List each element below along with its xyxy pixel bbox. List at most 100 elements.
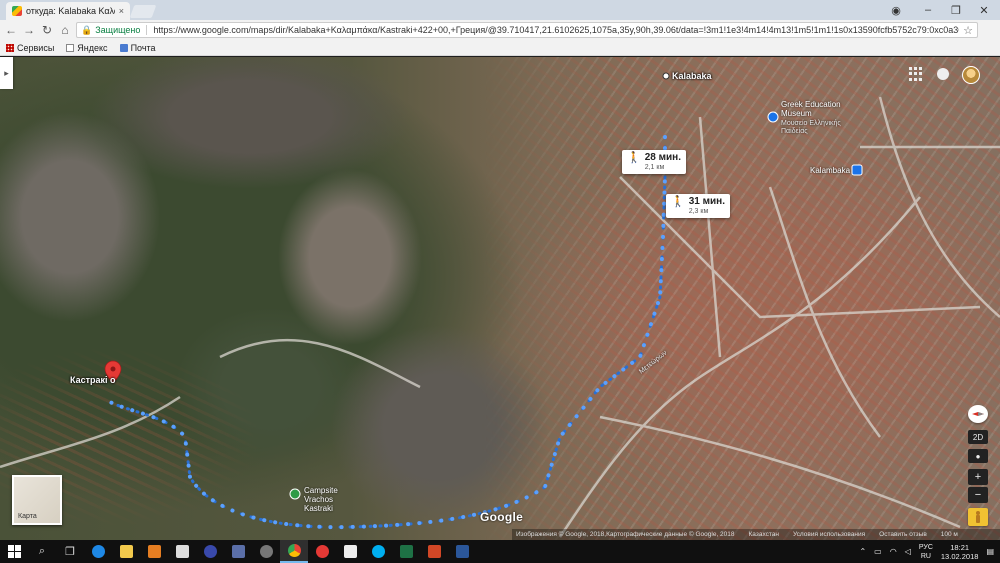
tab-title: откуда: Kalabaka Καλαμπάκα (26, 6, 115, 16)
store-icon[interactable] (168, 540, 196, 563)
route-option-1[interactable]: 🚶 28 мин. 2,1 км (622, 150, 686, 174)
region-label[interactable]: Казахстан (749, 531, 779, 538)
satellite-map[interactable]: Kalabaka Кастракі о Greek Education Muse… (0, 57, 1000, 540)
route-distance: 2,1 км (644, 164, 665, 171)
chrome-icon[interactable] (280, 540, 308, 563)
checkmark-app-icon[interactable] (224, 540, 252, 563)
origin-marker[interactable] (662, 72, 670, 80)
globe-icon[interactable]: ● (968, 449, 988, 463)
clock-time: 18:21 (950, 542, 970, 552)
notifications-icon[interactable] (937, 68, 949, 80)
skype-icon[interactable] (364, 540, 392, 563)
close-window-icon[interactable]: ✕ (970, 0, 998, 20)
train-station-icon[interactable] (851, 164, 863, 176)
zoom-out-button[interactable]: − (968, 487, 988, 503)
maximize-icon[interactable]: ❐ (942, 0, 970, 20)
language-sub: RU (920, 552, 931, 560)
route-distance: 2,3 км (688, 208, 709, 215)
word-icon[interactable] (448, 540, 476, 563)
bookmark-services[interactable]: Сервисы (6, 43, 54, 53)
museum-label[interactable]: Greek Education Museum (781, 100, 851, 118)
bookmark-label: Сервисы (17, 42, 55, 53)
timer-app-icon[interactable] (252, 540, 280, 563)
route-time: 28 мин. (644, 152, 681, 163)
task-view-icon[interactable]: ❐ (56, 540, 84, 563)
view-mode-2d-button[interactable]: 2D (968, 430, 988, 444)
omnibox-divider (146, 25, 148, 35)
museum-sublabel: Μουσείο Ελληνικής Παιδείας (781, 120, 841, 135)
route-line[interactable] (108, 135, 667, 530)
file-explorer-icon[interactable] (112, 540, 140, 563)
tab-close-icon[interactable]: × (119, 6, 124, 16)
reload-icon[interactable]: ↻ (38, 23, 56, 37)
excel-icon[interactable] (392, 540, 420, 563)
bookmark-mail[interactable]: Почта (119, 42, 156, 53)
campsite-label[interactable]: Campsite Vrachos Kastraki (304, 486, 364, 513)
route-option-2[interactable]: 🚶 31 мин. 2,3 км (666, 194, 730, 218)
destination-label[interactable]: Кастракі о (70, 375, 116, 385)
bookmark-star-icon[interactable]: ☆ (959, 24, 977, 37)
walking-icon: 🚶 (627, 152, 641, 164)
route-time: 31 мин. (688, 196, 725, 207)
new-tab-button[interactable] (129, 5, 157, 18)
powerpoint-icon[interactable] (420, 540, 448, 563)
app-icon[interactable] (196, 540, 224, 563)
edge-icon[interactable] (84, 540, 112, 563)
back-icon[interactable]: ← (2, 23, 20, 37)
google-maps-favicon-icon (12, 6, 22, 16)
station-label[interactable]: Kalambaka (810, 166, 850, 175)
media-player-icon[interactable] (140, 540, 168, 563)
clock[interactable]: 18:21 13.02.2018 (941, 543, 979, 561)
language-code: РУС (918, 543, 933, 551)
clock-date: 13.02.2018 (940, 551, 979, 561)
bookmark-label: Почта (130, 42, 156, 53)
expand-sidepanel-button[interactable]: ▸ (0, 57, 13, 89)
wifi-icon[interactable]: ◠ (890, 547, 897, 556)
bookmark-label: Яндекс (77, 42, 108, 53)
security-label: Защищено (95, 25, 141, 35)
museum-pin-icon[interactable] (767, 111, 779, 123)
apps-grid-icon (6, 43, 14, 52)
mail-icon (119, 43, 128, 52)
main-road (558, 196, 921, 538)
imagery-credit: Изображения © Google, 2018,Картографичес… (516, 531, 735, 538)
map-type-label: Карта (18, 513, 37, 520)
feedback-link[interactable]: Оставить отзыв (879, 531, 927, 538)
bookmarks-bar: Сервисы Яндекс Почта (0, 40, 1000, 56)
map-type-switcher[interactable]: Карта (12, 475, 62, 525)
browser-toolbar: ← → ↻ ⌂ 🔒 Защищено https://www.google.co… (0, 20, 1000, 55)
minimize-icon[interactable]: – (914, 0, 942, 20)
yandex-browser-icon[interactable] (308, 540, 336, 563)
campsite-pin-icon[interactable] (289, 488, 301, 500)
tray-chevron-icon[interactable]: ⌃ (859, 547, 866, 556)
bookmark-yandex[interactable]: Яндекс (66, 42, 108, 53)
address-bar[interactable]: 🔒 Защищено https://www.google.com/maps/d… (76, 22, 978, 38)
avatar[interactable] (962, 66, 980, 84)
volume-icon[interactable]: ◁ (905, 547, 911, 556)
terms-link[interactable]: Условия использования (793, 531, 865, 538)
profile-icon[interactable]: ◉ (882, 0, 910, 20)
mail-app-icon[interactable] (336, 540, 364, 563)
scale-label[interactable]: 100 м (941, 531, 958, 538)
zoom-in-button[interactable]: + (968, 469, 988, 485)
google-logo: Google (480, 510, 524, 524)
windows-taskbar: ⌕ ❐ (0, 540, 1000, 563)
lock-icon: 🔒 (81, 24, 93, 35)
search-icon[interactable]: ⌕ (28, 540, 56, 563)
notification-center-icon[interactable]: ▤ (986, 547, 994, 556)
google-apps-icon[interactable] (909, 67, 923, 81)
attribution-bar: Изображения © Google, 2018,Картографичес… (512, 529, 1000, 540)
pegman-icon[interactable] (968, 508, 988, 526)
forward-icon[interactable]: → (20, 23, 38, 37)
start-button[interactable] (0, 540, 28, 563)
url-text[interactable]: https://www.google.com/maps/dir/Kalabaka… (153, 25, 959, 35)
browser-tab[interactable]: откуда: Kalabaka Καλαμπάκα × (6, 2, 130, 20)
origin-label[interactable]: Kalabaka (672, 71, 712, 81)
home-icon[interactable]: ⌂ (56, 23, 74, 37)
page-icon (66, 43, 75, 52)
system-tray: ⌃ ▭ ◠ ◁ РУС RU 18:21 13.02.2018 ▤ (859, 540, 1000, 563)
compass-icon[interactable] (968, 405, 988, 423)
language-indicator[interactable]: РУС RU (919, 543, 933, 561)
walking-icon: 🚶 (671, 196, 685, 208)
battery-icon[interactable]: ▭ (874, 547, 882, 556)
